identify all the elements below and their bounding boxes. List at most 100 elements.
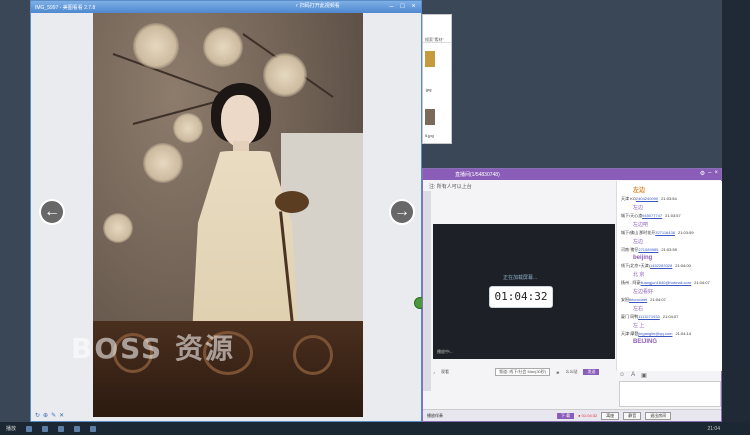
chat-message: 左边看好 [633,289,654,295]
chat-sender-link[interactable]: jinganglin@qq.com [638,331,672,336]
file-label[interactable]: 5.jpg [425,133,434,138]
taskbar-app-icon[interactable] [26,425,33,432]
close-icon[interactable]: × [409,2,418,11]
viewer-title: IMG_5997 - 美图看看 2.7.8 [35,4,96,11]
font-icon[interactable]: A [631,372,635,379]
chat-message: 左右 [633,306,644,312]
chat-sender-link[interactable]: liuangjun1840@hotmail.com [641,280,692,285]
live-titlebar[interactable]: 直播间(1/54830748) ⚙ – × [423,169,721,180]
chat-time: 21:04:00 [675,263,691,268]
watermark-logo: BOSS 资源 [71,332,235,365]
video-caption: 播放中/... [437,349,454,354]
room-notice: 注: 所有人可以上台 [429,184,472,190]
leave-seat-button[interactable]: 离座 [601,411,620,420]
chat-toolbar: ♪ 观看 频道: 线下/社会 Max(30秒) ❀ 么么哒 发送 [433,367,615,377]
chat-row: 河南·猪仔271089985 21:03:59 [621,247,718,253]
maximize-icon[interactable]: □ [398,2,407,11]
chat-sender-link[interactable]: 1113271933 [638,314,660,319]
download-button[interactable]: 下 载 [557,412,575,419]
chat-message: 左边 [633,205,644,211]
channel-select[interactable]: 频道: 线下/社会 Max(30秒) [495,368,551,376]
image-icon[interactable]: ▣ [641,372,647,379]
viewer-toolbar: ↻ ⊕ ✎ ✕ [31,409,91,421]
chat-sender-link[interactable]: 1452283328 [650,263,672,268]
chat-sender: 天津 KO [621,196,636,201]
chat-sender: 城下/佛山 那时花开 [621,230,656,235]
chat-sender-link[interactable]: 945077747 [642,213,662,218]
chat-sender-link[interactable]: tbtcrocwet [629,297,647,302]
chat-row: 城下/天心渣945077747 21:03:57 [621,213,718,219]
chat-time: 21:03:54 [661,196,677,201]
flower-icon[interactable]: ❀ [556,370,559,375]
chat-time: 21:03:59 [677,230,694,235]
chat-sender-link[interactable]: 271089985 [638,247,658,252]
chat-row: 线下(北京+天津)1452283328 21:04:00 [621,263,718,269]
chat-sender: 城下/天心渣 [621,213,643,218]
file-label[interactable]: .jpg [425,87,431,92]
record-timer: ● 01:04:32 [578,413,598,418]
prev-image-button[interactable]: ← [39,199,65,225]
chat-row: 天津 KO2404240090 21:03:54 [621,196,718,202]
live-title: 直播间(1/54830748) [455,172,500,178]
chat-message: 左边吧 [633,222,649,228]
rotate-icon[interactable]: ↻ [35,412,40,419]
chat-sender: 天津·摩登 [621,331,639,336]
view-label[interactable]: 观看 [441,369,449,375]
chat-message: 北 京 [633,272,645,278]
chat-message: beijing [633,255,653,261]
delete-icon[interactable]: ✕ [59,412,64,419]
taskbar-app-icon[interactable] [42,425,49,432]
chat-sender-link[interactable]: 2404240090 [636,196,658,201]
image-viewer-window: IMG_5997 - 美图看看 2.7.8 ꜥ 扫码打开此视频看 – □ × ←… [30,0,426,422]
chat-time: 21:04:07 [650,297,666,302]
minimize-icon[interactable]: – [708,170,711,177]
send-button[interactable]: 发送 [583,369,600,375]
explorer-search[interactable]: 搜索"素材" [423,37,451,43]
edit-icon[interactable]: ✎ [51,412,56,419]
chat-icons: ☺ A ▣ [619,372,647,379]
chat-message: BEIJING [633,339,658,345]
emoji-icon[interactable]: ☺ [619,372,625,379]
view-icon[interactable]: ♪ [433,370,435,375]
chat-row: 城下/佛山 那时花开327116438 21:03:59 [621,230,718,236]
file-thumbnail[interactable] [425,109,435,125]
close-icon[interactable]: × [714,170,718,177]
chat-sender: 河南·猪仔 [621,247,639,252]
chat-time: 21:03:57 [665,213,681,218]
minimize-icon[interactable]: – [387,2,396,11]
viewer-titlebar[interactable]: IMG_5997 - 美图看看 2.7.8 ꜥ 扫码打开此视频看 – □ × [31,1,421,13]
play-accompaniment[interactable]: 播放伴奏 [427,413,443,419]
right-dark-strip [722,0,750,435]
chat-sender: 扬州 - 阿豪 [621,280,641,285]
taskbar: 播放 21:04 [0,422,750,435]
chat-time: 21:03:59 [661,247,677,252]
zoom-icon[interactable]: ⊕ [43,412,48,419]
chat-message: 左边 [633,239,644,245]
chat-sender: 厦门 同鸭 [621,314,639,319]
flower-label[interactable]: 么么哒 [565,369,577,375]
file-explorer-fragment: 搜索"素材" .jpg 5.jpg [422,14,452,144]
loading-text: 正在加载屏幕... [503,275,538,281]
settings-icon[interactable]: ⚙ [700,170,705,177]
taskbar-start[interactable]: 播放 [6,425,16,432]
chat-message: 左边 [633,188,646,194]
chat-row: 厦门 同鸭1113271933 21:04:07 [621,314,718,320]
chat-time: 21:04:07 [662,314,679,319]
chat-time: 21:04:14 [675,331,692,336]
next-image-button[interactable]: → [389,199,415,225]
chat-input[interactable] [619,381,721,407]
taskbar-app-icon[interactable] [58,425,65,432]
video-stage: 正在加载屏幕... 01:04:32 播放中/... [433,224,615,359]
chat-sender-link[interactable]: 327116438 [655,230,675,235]
desktop: IMG_5997 - 美图看看 2.7.8 ꜥ 扫码打开此视频看 – □ × ←… [0,0,750,435]
chat-row: 安阳tbtcrocwet 21:04:07 [621,297,718,303]
taskbar-app-icon[interactable] [74,425,81,432]
chat-sender: 安阳 [621,297,629,302]
mute-button[interactable]: 静音 [623,411,642,420]
chat-row: 扬州 - 阿豪liuangjun1840@hotmail.com 21:04:07 [621,280,718,286]
live-class-window: 直播间(1/54830748) ⚙ – × 注: 所有人可以上台 正在加载屏幕.… [422,168,722,422]
taskbar-app-icon[interactable] [90,425,97,432]
exit-room-button[interactable]: 退出房间 [645,411,672,420]
file-thumbnail[interactable] [425,51,435,67]
viewer-sound-label[interactable]: ꜥ 扫码打开此视频看 [296,2,340,9]
